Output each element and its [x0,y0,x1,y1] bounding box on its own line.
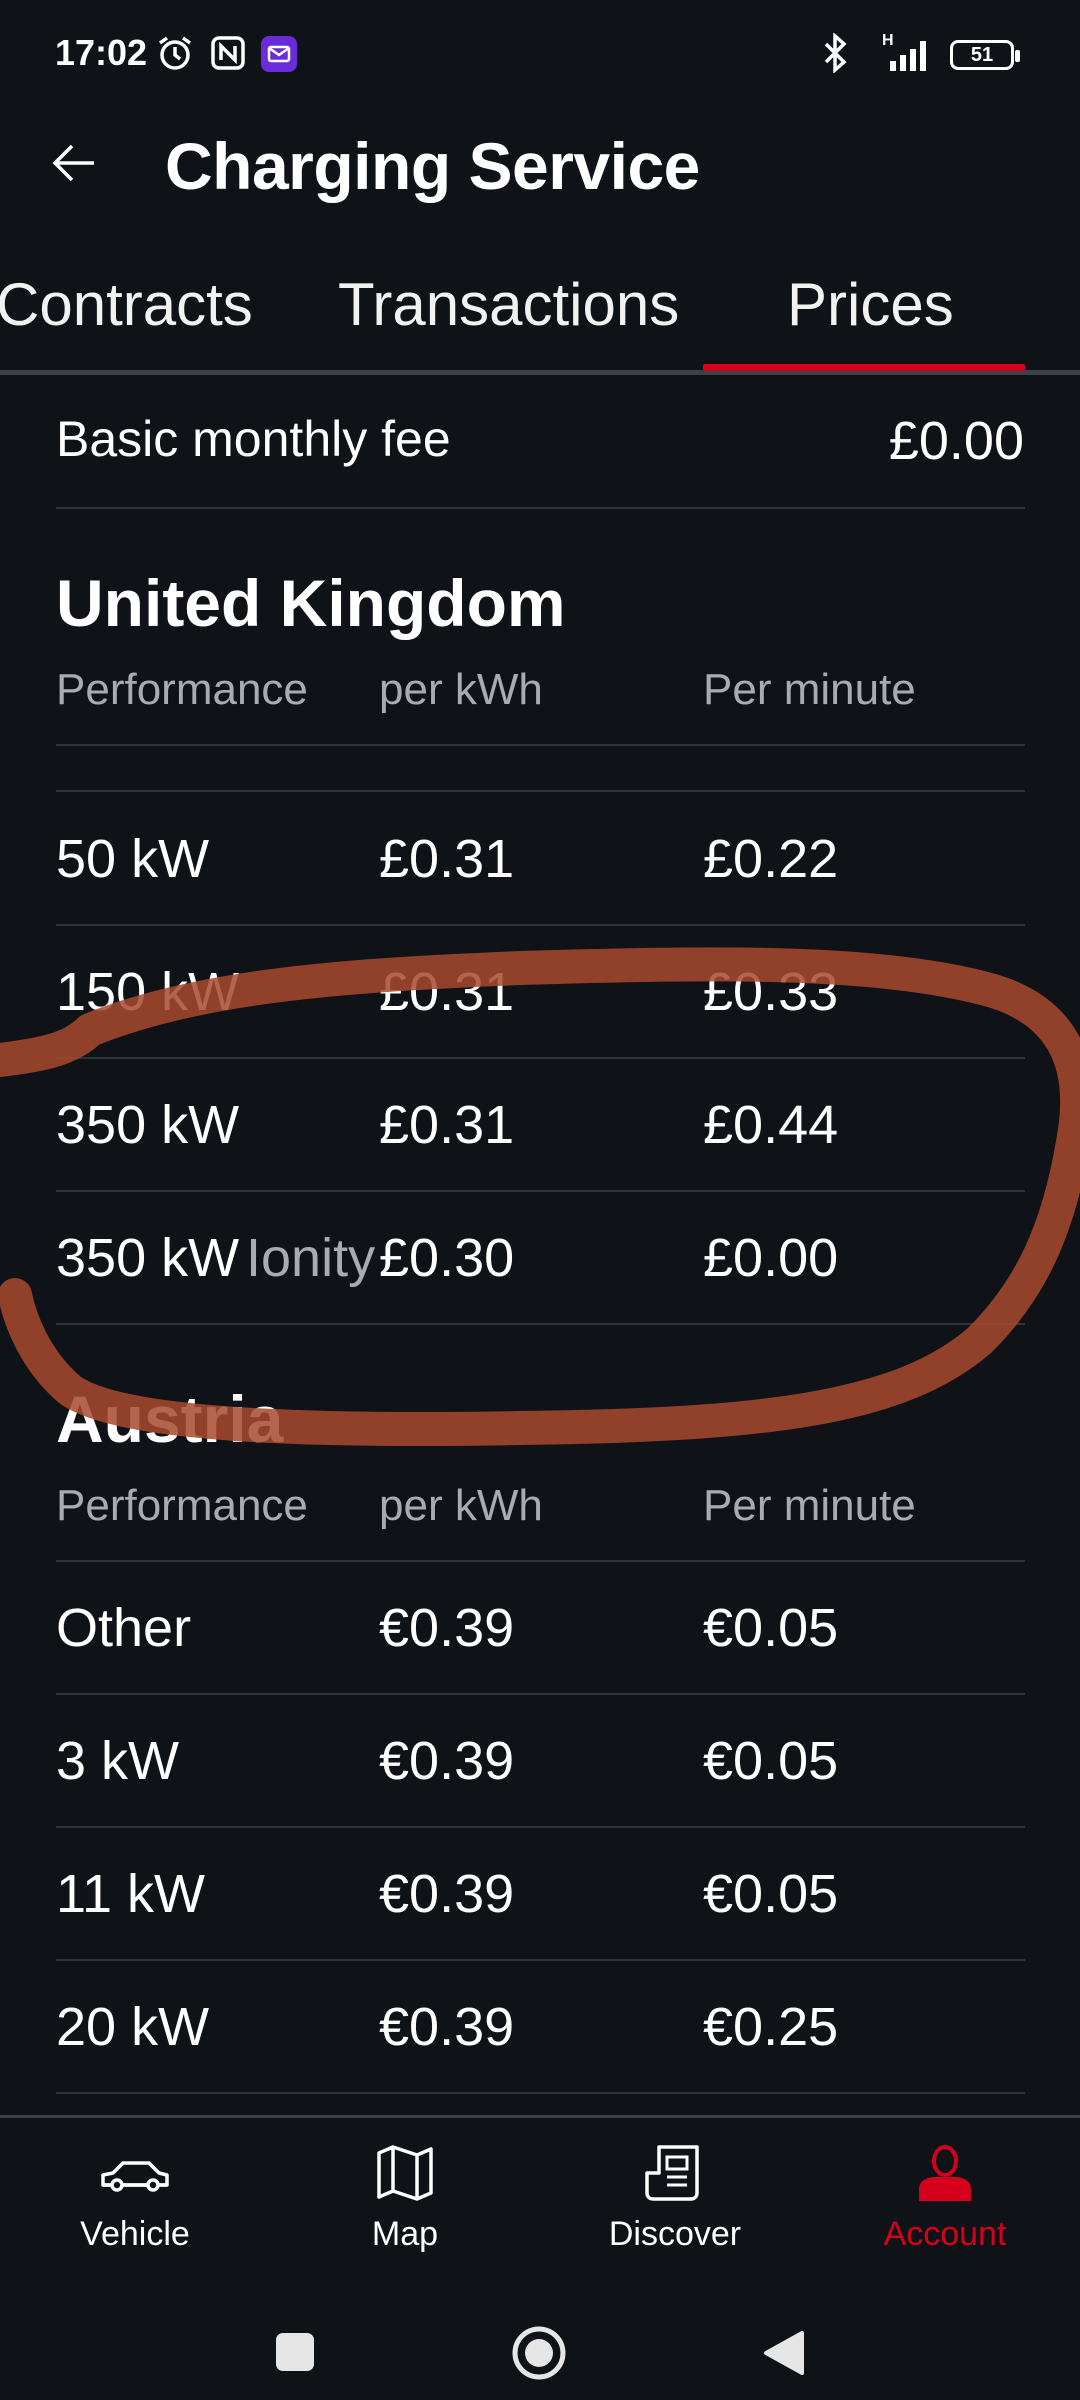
status-bar: 17:02 H 51 [0,0,1080,110]
cell-per-minute: £0.33 [703,962,839,1022]
cell-per-kwh: €0.39 [379,1731,515,1791]
recents-button[interactable] [274,2331,316,2373]
cell-performance: 350 kW [56,1228,240,1288]
system-navigation [0,2285,1080,2400]
cell-per-kwh: €0.39 [379,1864,515,1924]
cell-per-minute: €0.25 [703,1997,839,2057]
cell-performance: 150 kW [56,962,240,1022]
col-head-performance: Performance [56,665,308,714]
car-icon [101,2161,169,2192]
cell-per-minute: £0.22 [703,829,839,889]
cell-performance: 11 kW [56,1864,206,1924]
cell-per-kwh: £0.31 [379,1095,515,1155]
newspaper-icon [645,2145,699,2201]
app-header: Charging Service [0,110,1080,220]
cell-performance: 350 kW [56,1095,240,1155]
divider [56,744,1025,746]
cell-per-kwh: £0.31 [379,962,515,1022]
cell-per-minute: €0.05 [703,1731,839,1791]
col-head-per-minute: Per minute [703,665,916,714]
map-icon [377,2145,433,2201]
basic-fee-label: Basic monthly fee [56,411,451,467]
col-head-per-kwh: per kWh [379,665,543,714]
divider [56,790,1025,792]
divider [56,924,1025,926]
cell-performance: 20 kW [56,1997,210,2057]
tab-prices[interactable]: Prices [787,270,954,339]
section-title-uk: United Kingdom [56,566,566,640]
cell-per-kwh: £0.31 [379,829,515,889]
basic-fee-value: £0.00 [888,411,1024,471]
cell-performance: 50 kW [56,829,210,889]
nav-vehicle[interactable]: Vehicle [35,2143,235,2254]
page-title: Charging Service [165,129,700,203]
back-button[interactable] [46,132,108,194]
cell-per-kwh: €0.39 [379,1598,515,1658]
nav-label: Account [883,2215,1007,2253]
divider [56,1959,1025,1961]
cell-per-minute: €0.05 [703,1864,839,1924]
cell-per-minute: £0.44 [703,1095,839,1155]
cell-per-kwh: €0.39 [379,1997,515,2057]
divider [56,1826,1025,1828]
person-icon [919,2145,971,2201]
bottom-navigation: Vehicle Map Discover Account [0,2115,1080,2285]
section-title-austria: Austria [56,1382,284,1456]
network-type-label: H [882,32,894,49]
nfc-icon [208,33,248,73]
bluetooth-icon [815,33,855,73]
cell-performance: 3 kW [56,1731,180,1791]
cell-performance: Other [56,1598,192,1658]
signal-icon: H [868,32,938,73]
cell-per-minute: £0.00 [703,1228,839,1288]
cell-per-kwh: £0.30 [379,1228,515,1288]
col-head-per-kwh: per kWh [379,1481,543,1530]
active-tab-indicator [703,364,1025,371]
back-nav-button[interactable] [762,2329,806,2377]
tab-bar: Contracts Transactions Prices [0,250,1080,375]
divider [56,507,1025,509]
cell-performance-suffix: Ionity [246,1228,376,1288]
tab-transactions[interactable]: Transactions [338,270,679,339]
alarm-icon [155,33,195,73]
nav-label: Discover [608,2215,742,2253]
status-time: 17:02 [55,32,148,73]
nav-account[interactable]: Account [845,2143,1045,2254]
nav-label: Map [371,2215,439,2253]
arrow-left-icon [52,144,94,182]
divider [56,1693,1025,1695]
col-head-per-minute: Per minute [703,1481,916,1530]
divider [56,1190,1025,1192]
col-head-performance: Performance [56,1481,308,1530]
home-button[interactable] [511,2325,567,2381]
tab-contracts[interactable]: Contracts [0,270,253,339]
nav-discover[interactable]: Discover [575,2143,775,2254]
cell-per-minute: €0.05 [703,1598,839,1658]
divider [56,1560,1025,1562]
divider [56,1323,1025,1325]
divider [56,2092,1025,2094]
mail-icon [261,36,297,72]
nav-label: Vehicle [80,2215,190,2253]
nav-map[interactable]: Map [305,2143,505,2254]
divider [56,1057,1025,1059]
battery-indicator: 51 [950,40,1020,70]
